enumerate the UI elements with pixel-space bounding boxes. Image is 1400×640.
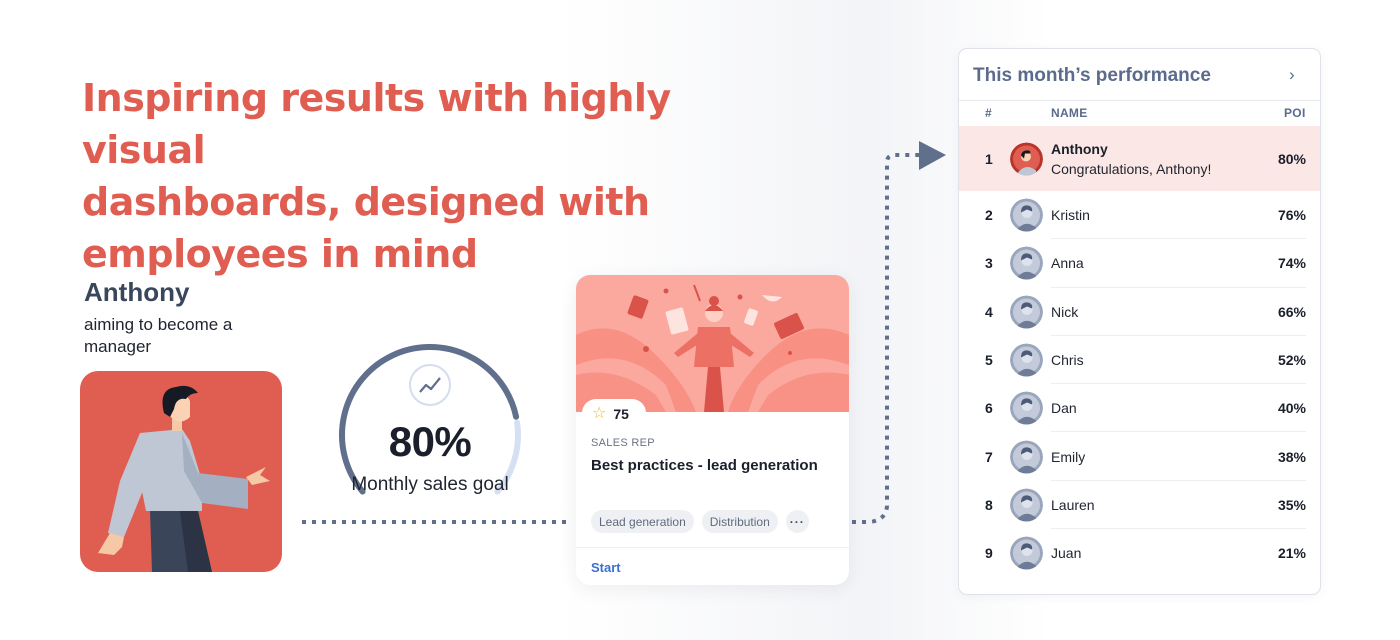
headline: Inspiring results with highly visual das… [82,72,762,280]
avatar [1010,536,1043,570]
start-button[interactable]: Start [591,560,621,575]
juggling-tasks-illustration [576,284,849,412]
course-title[interactable]: Best practices - lead generation [591,457,841,474]
course-tags: Lead generation Distribution ··· [591,510,809,533]
connector-line-right [852,153,920,524]
row-name: Kristin [1051,207,1090,224]
leaderboard-row[interactable]: 6 Dan 40% [959,384,1320,433]
leaderboard-row[interactable]: 7 Emily 38% [959,432,1320,481]
avatar [1010,391,1043,425]
leaderboard-row[interactable]: 2 Kristin 76% [959,191,1320,240]
leaderboard-row[interactable]: 4 Nick 66% [959,288,1320,336]
row-rank: 8 [985,496,993,513]
row-name: Chris [1051,352,1084,369]
row-rank: 9 [985,545,993,562]
row-percent: 76% [1277,207,1306,224]
avatar [1010,198,1043,232]
column-header-rank: # [985,106,992,120]
avatar [1010,343,1043,377]
row-name: Lauren [1051,496,1095,513]
row-rank: 3 [985,255,993,272]
row-message: Congratulations, Anthony! [1051,161,1212,177]
row-percent: 52% [1277,352,1306,369]
row-percent: 35% [1277,496,1306,513]
headline-line-3: employees in mind [82,232,478,276]
star-icon: ☆ [592,405,607,422]
leaderboard-header: This month’s performance › [959,49,1320,101]
row-percent: 38% [1277,448,1306,465]
leaderboard-rows: 1 Anthony Congratulations, Anthony! 80% … [959,126,1320,577]
leaderboard-row[interactable]: 9 Juan 21% [959,529,1320,577]
avatar [1010,295,1043,329]
performance-leaderboard: This month’s performance › # NAME POI 1 … [958,48,1321,595]
avatar [1010,440,1043,474]
row-percent: 66% [1277,303,1306,320]
row-rank: 6 [985,400,993,417]
column-header-points[interactable]: POI [1284,106,1306,120]
row-name: Dan [1051,400,1077,417]
course-card[interactable]: ☆ 75 SALES REP Best practices - lead gen… [576,275,849,585]
row-rank: 1 [985,150,993,167]
headline-line-2: dashboards, designed with [82,180,650,224]
row-rank: 7 [985,448,993,465]
leaderboard-row[interactable]: 3 Anna 74% [959,239,1320,288]
leaderboard-row[interactable]: 8 Lauren 35% [959,481,1320,530]
course-banner-illustration [576,275,849,412]
trend-icon-circle [409,364,451,406]
persona-subtitle: aiming to become a manager [84,315,233,356]
rating-badge: ☆ 75 [582,399,646,429]
gauge-label: Monthly sales goal [351,474,509,495]
trend-up-icon [419,377,441,393]
arrow-head-icon [919,141,946,170]
row-rank: 4 [985,303,993,320]
course-category: SALES REP [591,437,655,449]
row-name: Juan [1051,545,1082,562]
course-divider [576,547,849,548]
row-percent: 40% [1277,400,1306,417]
row-name: Emily [1051,448,1086,465]
row-rank: 5 [985,352,993,369]
avatar [1010,142,1043,175]
leaderboard-row[interactable]: 5 Chris 52% [959,336,1320,385]
row-rank: 2 [985,207,993,224]
persona-name: Anthony [84,277,190,307]
row-percent: 80% [1277,150,1306,167]
avatar [1010,246,1043,280]
row-name: Anna [1051,255,1084,272]
rating-value: 75 [613,406,629,422]
row-name: Anthony [1051,141,1108,157]
more-tags-button[interactable]: ··· [785,510,809,533]
headline-line-1: Inspiring results with highly visual [82,76,671,172]
leaderboard-title: This month’s performance [973,65,1211,86]
chevron-right-icon[interactable]: › [1289,65,1295,85]
gauge-value: 80% [388,418,472,465]
persona-illustration [80,371,282,572]
avatar [1010,488,1043,522]
row-percent: 74% [1277,255,1306,272]
walking-person-illustration [98,385,270,572]
row-percent: 21% [1277,545,1306,562]
column-header-name[interactable]: NAME [1051,106,1088,120]
tag-distribution[interactable]: Distribution [701,510,778,533]
row-name: Nick [1051,303,1079,320]
leaderboard-row-leader[interactable]: 1 Anthony Congratulations, Anthony! 80% [959,126,1320,191]
tag-lead-generation[interactable]: Lead generation [591,510,694,533]
